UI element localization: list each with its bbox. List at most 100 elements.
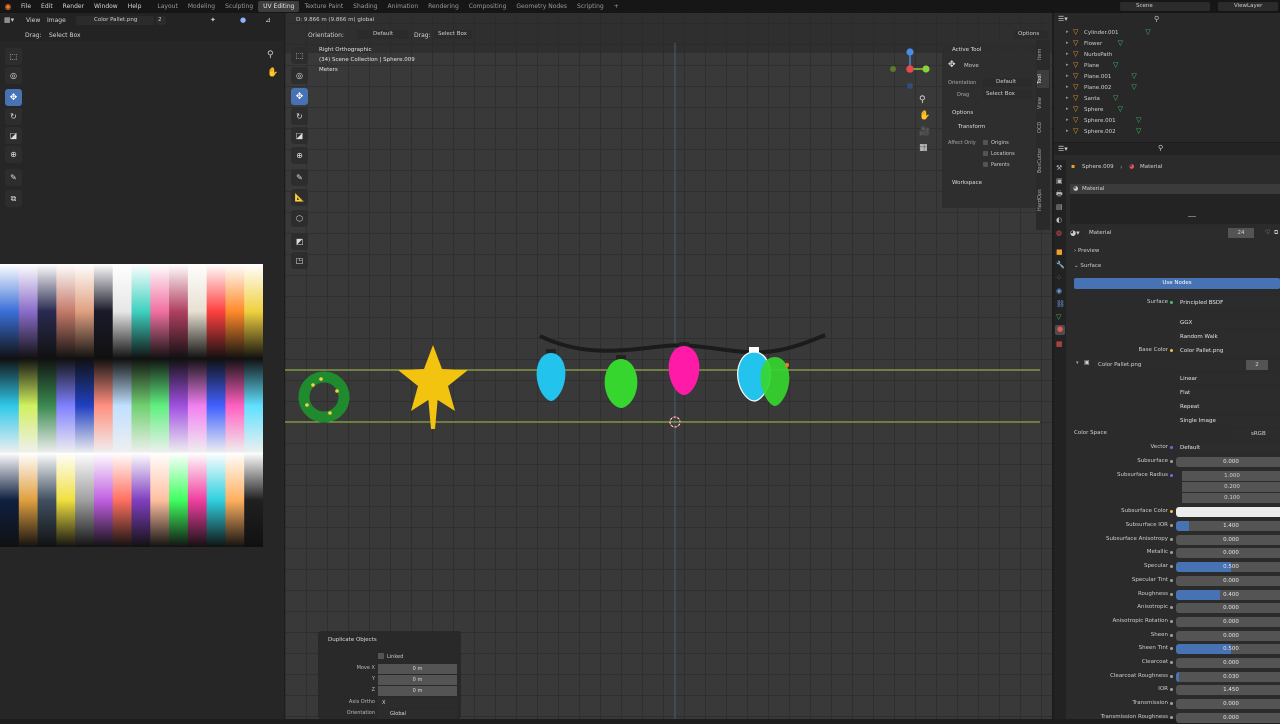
tool-tab-icon[interactable]: ⚒ bbox=[1056, 164, 1062, 172]
param-slider[interactable]: 0.400 bbox=[1176, 589, 1280, 600]
expand-arrow-icon[interactable]: ▸ bbox=[1066, 40, 1069, 46]
material-name-field[interactable]: Material bbox=[1084, 228, 1226, 238]
tab-shading[interactable]: Shading bbox=[348, 1, 382, 12]
tab-texture-paint[interactable]: Texture Paint bbox=[299, 1, 348, 12]
collapse-arrow-icon[interactable]: ▾ bbox=[1076, 360, 1079, 366]
tab-view[interactable]: View bbox=[1037, 94, 1049, 112]
socket-dot[interactable] bbox=[1170, 674, 1173, 678]
move-y-field[interactable]: 0 m bbox=[378, 675, 457, 685]
scene-tab-icon[interactable]: ◐ bbox=[1056, 216, 1062, 224]
properties-type-icon[interactable]: ☰▾ bbox=[1058, 145, 1068, 153]
tab-tool[interactable]: Tool bbox=[1037, 70, 1049, 88]
navigation-gizmo[interactable] bbox=[885, 46, 935, 96]
world-tab-icon[interactable]: ◍ bbox=[1056, 229, 1062, 237]
fake-user-icon[interactable]: ♡ bbox=[1265, 229, 1270, 236]
projection-dropdown[interactable]: Flat bbox=[1176, 388, 1280, 398]
pin-icon[interactable]: ✦ bbox=[210, 16, 216, 24]
outliner-row[interactable]: ▸ ▽ Plane ▽ bbox=[1054, 61, 1280, 72]
hand-icon[interactable]: ✋ bbox=[267, 68, 278, 78]
grab-tool-button[interactable]: ⧉ bbox=[5, 190, 22, 207]
outliner-row[interactable]: ▸ ▽ Santa ▽ bbox=[1054, 94, 1280, 105]
menu-render[interactable]: Render bbox=[58, 3, 89, 10]
rotate-tool-button[interactable]: ↻ bbox=[5, 108, 22, 125]
expand-arrow-icon[interactable]: ▸ bbox=[1066, 84, 1069, 90]
socket-dot[interactable] bbox=[1170, 619, 1173, 623]
socket-dot[interactable] bbox=[1170, 524, 1173, 527]
socket-dot[interactable] bbox=[1170, 606, 1173, 610]
param-slider[interactable]: 0.030 bbox=[1176, 671, 1280, 682]
material-users-count[interactable]: 24 bbox=[1228, 228, 1254, 238]
grid-icon[interactable]: ▦ bbox=[919, 143, 928, 153]
move-x-field[interactable]: 0 m bbox=[378, 664, 457, 674]
socket-dot[interactable] bbox=[1170, 592, 1173, 596]
checkbox-locations[interactable] bbox=[983, 151, 988, 156]
material-slot-row[interactable]: ◕ Material bbox=[1070, 184, 1280, 194]
drag-dropdown[interactable]: Select Box bbox=[982, 90, 1032, 99]
image-selector[interactable]: Color Pallet.png bbox=[76, 16, 154, 25]
menu-window[interactable]: Window bbox=[89, 3, 123, 10]
orientation-dropdown[interactable]: Global bbox=[378, 709, 457, 719]
menu-help[interactable]: Help bbox=[123, 3, 147, 10]
transform-title[interactable]: Transform bbox=[958, 124, 985, 130]
socket-dot[interactable] bbox=[1170, 474, 1173, 477]
subsurface-method-dropdown[interactable]: Random Walk bbox=[1176, 332, 1280, 342]
constraints-tab-icon[interactable]: ⛓ bbox=[1056, 300, 1065, 308]
param-slider[interactable]: 1.400 bbox=[1176, 521, 1280, 531]
interpolation-dropdown[interactable]: Linear bbox=[1176, 374, 1280, 384]
image-name-field[interactable]: Color Pallet.png bbox=[1094, 360, 1244, 370]
3d-viewport[interactable]: Orientation: Default Drag: Select Box Op… bbox=[285, 13, 1052, 719]
scale-tool-button[interactable]: ◪ bbox=[5, 127, 22, 144]
output-tab-icon[interactable]: 🖶 bbox=[1056, 190, 1063, 201]
expand-arrow-icon[interactable]: ▸ bbox=[1066, 73, 1069, 79]
param-slider[interactable]: 0.000 bbox=[1176, 575, 1280, 586]
overlay-icon[interactable]: ● bbox=[240, 16, 246, 24]
socket-dot[interactable] bbox=[1170, 661, 1173, 664]
color-palette-image[interactable] bbox=[0, 264, 264, 548]
tab-hardops[interactable]: HardOps bbox=[1037, 184, 1049, 216]
drag-select-dropdown[interactable]: Select Box bbox=[49, 32, 81, 39]
list-resize-handle[interactable] bbox=[1188, 216, 1196, 217]
outliner-row[interactable]: ▸ ▽ NurbsPath bbox=[1054, 50, 1280, 61]
socket-dot[interactable] bbox=[1170, 578, 1173, 582]
options-title[interactable]: Options bbox=[952, 110, 973, 116]
menu-edit[interactable]: Edit bbox=[36, 3, 58, 10]
tab-modeling[interactable]: Modeling bbox=[183, 1, 220, 12]
tab-ocd[interactable]: OCD bbox=[1037, 118, 1049, 136]
param-slider[interactable]: 0.000 bbox=[1176, 699, 1280, 710]
view-layer-selector[interactable]: ViewLayer bbox=[1218, 2, 1278, 11]
socket-dot[interactable] bbox=[1170, 349, 1173, 352]
socket-dot[interactable] bbox=[1170, 510, 1173, 513]
outliner-row[interactable]: ▸ ▽ Cylinder.001 ▽ bbox=[1054, 28, 1280, 39]
material-slot-list[interactable]: ◕ Material bbox=[1070, 184, 1280, 224]
outliner[interactable]: ☰▾ ⚲ ▸ ▽ Cylinder.001 ▽ ▸ ▽ Flower ▽ ▸ ▽ NurbsPath… bbox=[1054, 13, 1280, 142]
linked-checkbox[interactable] bbox=[378, 653, 384, 659]
subsurface-radius-field[interactable]: 0.100 bbox=[1182, 493, 1280, 503]
new-material-icon[interactable]: ⧉ bbox=[1274, 229, 1278, 237]
socket-dot[interactable] bbox=[1170, 301, 1173, 304]
menu-view[interactable]: View bbox=[26, 17, 40, 24]
param-slider[interactable]: 0.000 bbox=[1176, 534, 1280, 545]
tab-uv-editing[interactable]: UV Editing bbox=[258, 1, 300, 12]
tab-rendering[interactable]: Rendering bbox=[423, 1, 464, 12]
expand-arrow-icon[interactable]: ▸ bbox=[1066, 62, 1069, 68]
outliner-type-icon[interactable]: ☰▾ bbox=[1058, 15, 1068, 23]
menu-image[interactable]: Image bbox=[47, 17, 66, 24]
outliner-row[interactable]: ▸ ▽ Sphere.001 ▽ bbox=[1054, 116, 1280, 127]
preview-panel-header[interactable]: › Preview bbox=[1074, 248, 1099, 254]
socket-dot[interactable] bbox=[1170, 647, 1173, 651]
tab-scripting[interactable]: Scripting bbox=[572, 1, 609, 12]
gizmo-icon[interactable]: ⊿ bbox=[265, 16, 271, 24]
socket-dot[interactable] bbox=[1170, 688, 1173, 692]
checkbox-origins[interactable] bbox=[983, 140, 988, 145]
editor-type-icon[interactable]: ▦▾ bbox=[4, 16, 14, 24]
texture-tab-icon[interactable]: ▦ bbox=[1056, 340, 1063, 348]
param-slider[interactable]: 0.000 bbox=[1176, 603, 1280, 614]
outliner-row[interactable]: ▸ ▽ Flower ▽ bbox=[1054, 39, 1280, 50]
outliner-row[interactable]: ▸ ▽ Plane.001 ▽ bbox=[1054, 72, 1280, 83]
active-tool-title[interactable]: Active Tool bbox=[952, 47, 981, 53]
expand-arrow-icon[interactable]: ▸ bbox=[1066, 95, 1069, 101]
transform-tool-button[interactable]: ⊕ bbox=[5, 146, 22, 163]
param-slider[interactable]: 0.000 bbox=[1176, 616, 1280, 627]
material-browse-icon[interactable]: ◕▾ bbox=[1070, 229, 1080, 237]
expand-arrow-icon[interactable]: ▸ bbox=[1066, 128, 1069, 134]
